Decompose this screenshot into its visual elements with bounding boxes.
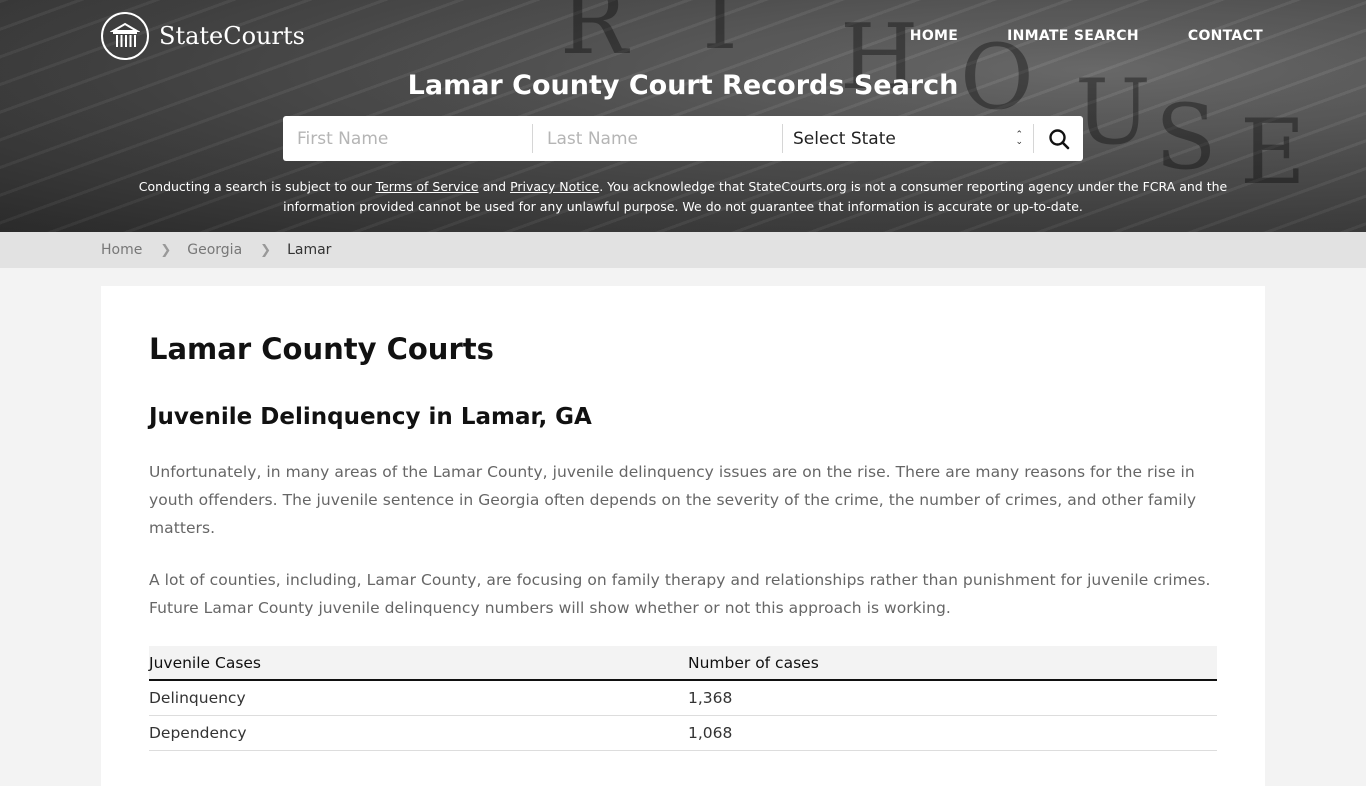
table-cell: 1,368 bbox=[688, 680, 1217, 716]
table-header-row: Juvenile Cases Number of cases bbox=[149, 646, 1217, 681]
paragraph: A lot of counties, including, Lamar Coun… bbox=[149, 571, 1211, 617]
hero-banner: R T H O U S E StateCourts HOME INMATE SE… bbox=[0, 0, 1366, 232]
table-row: Delinquency 1,368 bbox=[149, 680, 1217, 716]
search-icon bbox=[1048, 128, 1069, 149]
section-title: Juvenile Delinquency in Lamar, GA bbox=[149, 404, 592, 430]
chevron-right-icon: ❯ bbox=[260, 242, 272, 258]
column-header: Number of cases bbox=[688, 646, 1217, 681]
disclaimer-text: and bbox=[478, 179, 511, 194]
select-arrows-icon: ⌃ ⌄ bbox=[1015, 129, 1023, 147]
hero-title: Lamar County Court Records Search bbox=[407, 70, 959, 101]
state-select-value: Select State bbox=[793, 128, 896, 149]
breadcrumb: Home ❯ Georgia ❯ Lamar bbox=[0, 232, 1366, 268]
disclaimer-text: Conducting a search is subject to our bbox=[138, 179, 376, 194]
table-row: Dependency 1,068 bbox=[149, 715, 1217, 751]
main-nav: HOME INMATE SEARCH CONTACT bbox=[910, 28, 1263, 44]
site-logo[interactable]: StateCourts bbox=[101, 12, 305, 60]
table-cell: Delinquency bbox=[149, 680, 688, 716]
last-name-input[interactable] bbox=[533, 116, 782, 161]
search-form: Select State ⌃⌄ bbox=[283, 116, 1083, 161]
search-disclaimer: Conducting a search is subject to our Te… bbox=[120, 177, 1246, 217]
top-navigation-bar: StateCourts HOME INMATE SEARCH CONTACT bbox=[101, 10, 1265, 62]
privacy-notice-link[interactable]: Privacy Notice bbox=[510, 179, 599, 194]
juvenile-cases-table: Juvenile Cases Number of cases Delinquen… bbox=[149, 646, 1217, 751]
first-name-input[interactable] bbox=[283, 116, 532, 161]
breadcrumb-georgia[interactable]: Georgia bbox=[187, 242, 242, 258]
paragraph: Unfortunately, in many areas of the Lama… bbox=[149, 463, 1197, 537]
breadcrumb-home[interactable]: Home bbox=[101, 242, 142, 258]
nav-inmate-search[interactable]: INMATE SEARCH bbox=[1007, 28, 1139, 44]
logo-text: StateCourts bbox=[159, 22, 305, 50]
column-header: Juvenile Cases bbox=[149, 646, 688, 681]
state-select[interactable]: Select State ⌃ ⌄ bbox=[783, 116, 1033, 161]
search-button[interactable] bbox=[1034, 116, 1083, 161]
terms-of-service-link[interactable]: Terms of Service bbox=[376, 179, 479, 194]
courthouse-logo-icon bbox=[101, 12, 149, 60]
nav-home[interactable]: HOME bbox=[910, 28, 958, 44]
page-title: Lamar County Courts bbox=[149, 332, 494, 366]
table-cell: Dependency bbox=[149, 715, 688, 751]
table-cell: 1,068 bbox=[688, 715, 1217, 751]
bg-letter: E bbox=[1240, 100, 1306, 205]
chevron-right-icon: ❯ bbox=[160, 242, 172, 258]
nav-contact[interactable]: CONTACT bbox=[1188, 28, 1263, 44]
content-card: Lamar County Courts Juvenile Delinquency… bbox=[101, 286, 1265, 786]
breadcrumb-current: Lamar bbox=[287, 242, 332, 258]
